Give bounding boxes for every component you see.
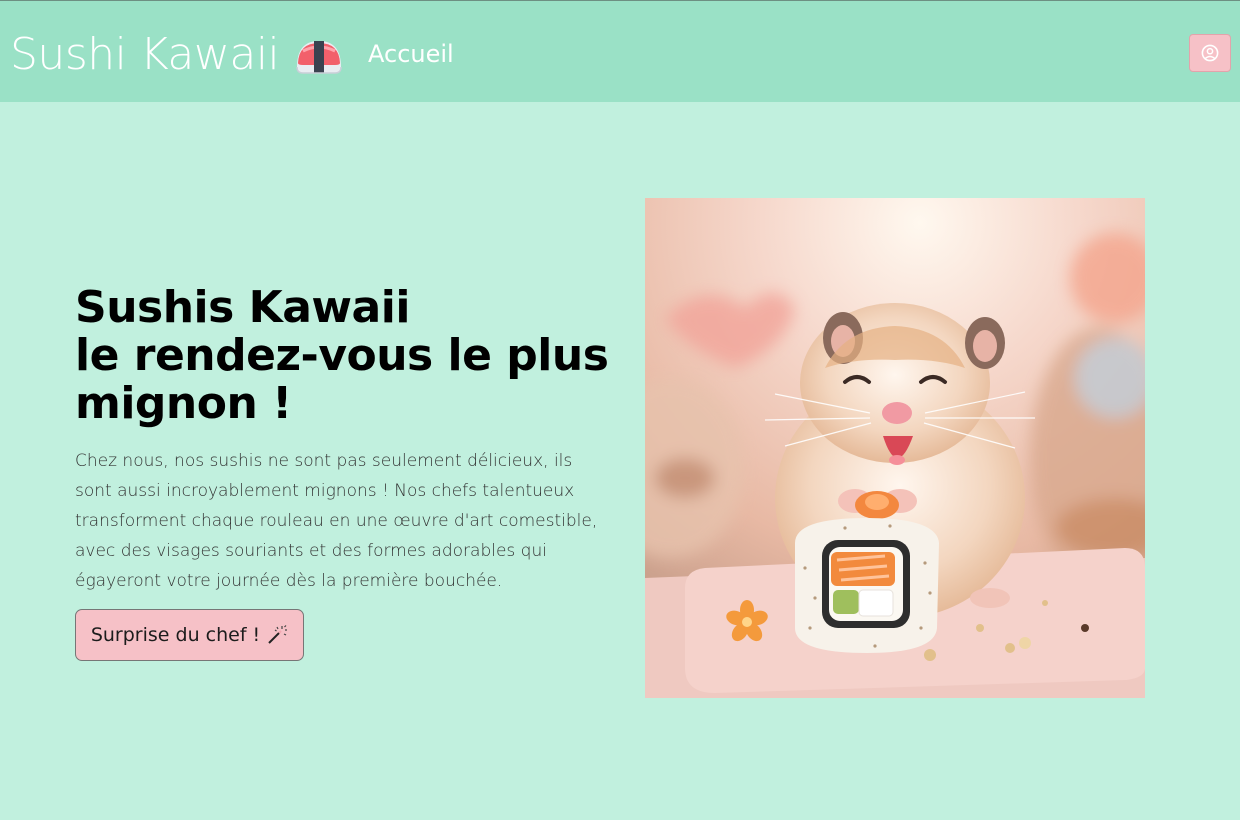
brand-name: Sushi Kawaii xyxy=(10,29,280,80)
hero-title-line: Sushis Kawaii xyxy=(75,282,410,333)
magic-wand-icon xyxy=(268,625,288,644)
navbar: Sushi Kawaii Accueil xyxy=(0,0,1240,102)
user-circle-icon xyxy=(1201,44,1219,62)
brand[interactable]: Sushi Kawaii xyxy=(10,27,343,83)
hero-title-line: le rendez-vous le plus xyxy=(75,330,609,381)
surprise-button[interactable]: Surprise du chef ! xyxy=(75,609,304,661)
nav-link-home[interactable]: Accueil xyxy=(368,37,454,71)
hero-description: Chez nous, nos sushis ne sont pas seulem… xyxy=(75,451,598,591)
hero-title: Sushis Kawaii le rendez-vous le plus mig… xyxy=(75,284,615,428)
user-account-button[interactable] xyxy=(1189,34,1231,72)
sushi-icon xyxy=(296,41,343,74)
hero-title-line: mignon ! xyxy=(75,378,292,429)
surprise-button-label: Surprise du chef ! xyxy=(90,624,261,646)
hamster-sushi-image xyxy=(645,198,1145,698)
